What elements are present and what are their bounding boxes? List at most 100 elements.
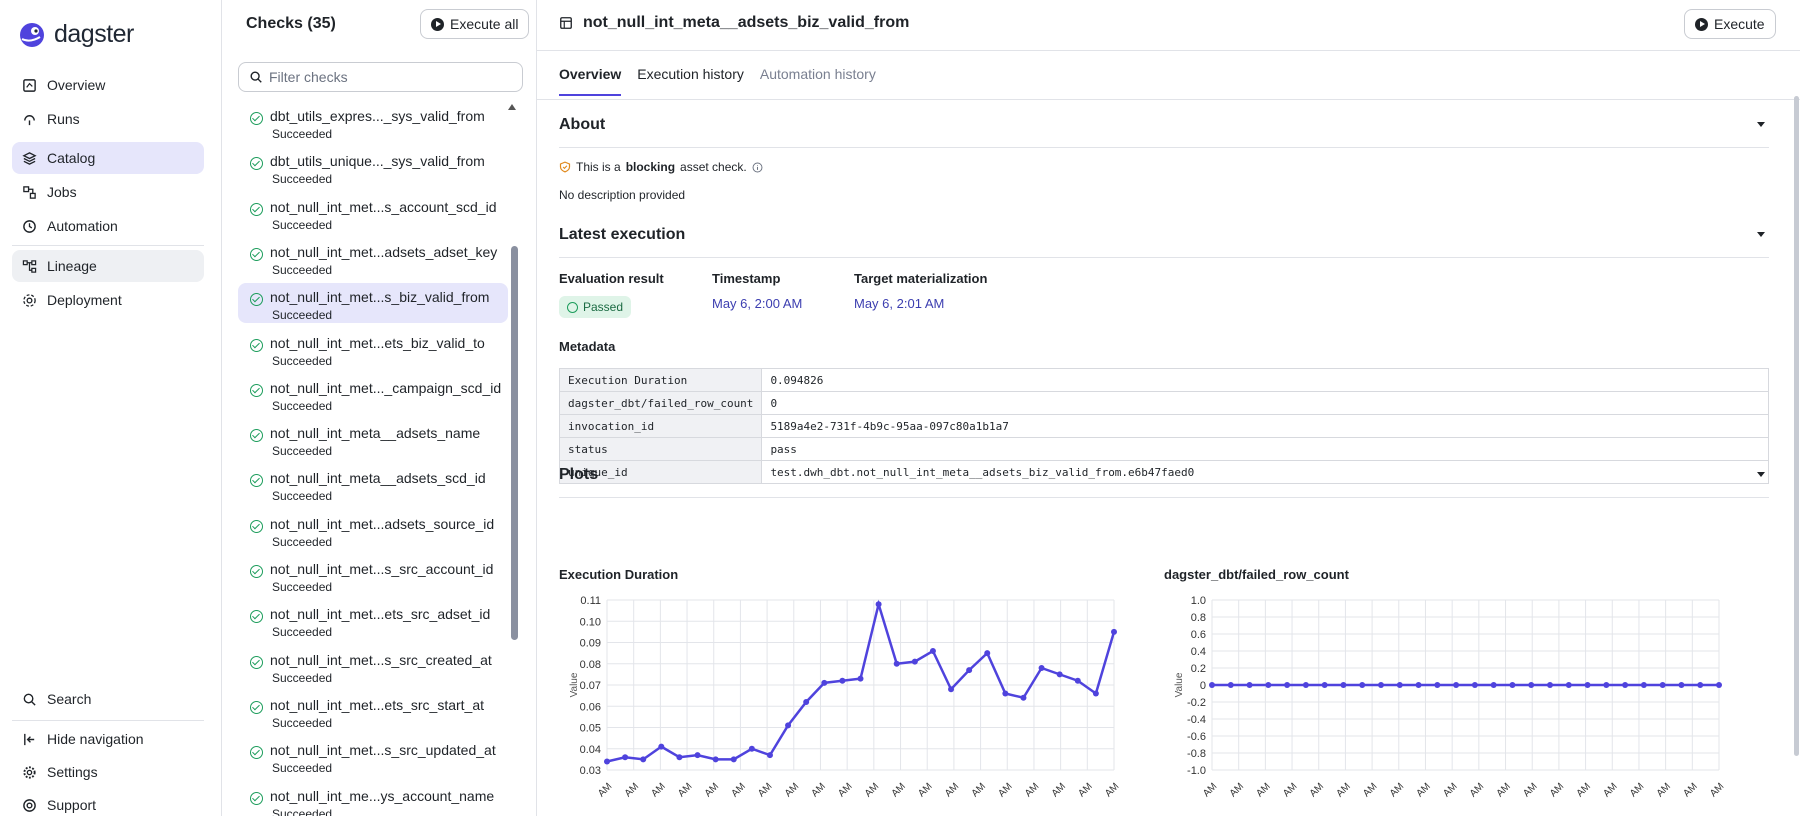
check-list-item[interactable]: not_null_int_met...ets_src_start_at Succe… [238, 691, 508, 731]
check-list-item[interactable]: dbt_utils_expres..._sys_valid_from Succee… [238, 102, 508, 142]
target-materialization-link[interactable]: May 6, 2:01 AM [854, 296, 944, 311]
description-text: No description provided [559, 188, 686, 202]
y-tick-label: 1.0 [1191, 595, 1206, 607]
nav-hide-navigation[interactable]: Hide navigation [12, 723, 204, 755]
filter-checks-input[interactable] [269, 69, 509, 85]
data-point [1074, 677, 1081, 684]
chevron-down-icon[interactable] [1757, 232, 1765, 237]
blocking-notice: This is a blocking asset check. [559, 160, 763, 174]
metadata-title: Metadata [559, 339, 616, 354]
y-tick-label: 0 [1200, 680, 1206, 692]
main-scrollbar[interactable] [1794, 96, 1799, 756]
x-tick-label: AM [1628, 781, 1646, 799]
y-axis-label: Value [1174, 672, 1185, 697]
x-tick-label: AM [1076, 781, 1094, 799]
data-point [658, 743, 665, 750]
check-status: Succeeded [272, 715, 333, 730]
metadata-value: 0 [761, 391, 1769, 415]
execute-all-button[interactable]: Execute all [420, 9, 530, 39]
check-status: Succeeded [272, 398, 333, 413]
x-tick-label: AM [623, 781, 641, 799]
y-tick-label: -1.0 [1187, 765, 1206, 777]
dagster-logo[interactable]: dagster [18, 20, 134, 49]
scroll-up-arrow[interactable] [508, 104, 516, 110]
nav-jobs[interactable]: Jobs [12, 176, 204, 208]
check-list-item[interactable]: not_null_int_met..._campaign_scd_id Succe… [238, 374, 508, 414]
data-point [1111, 628, 1117, 635]
x-tick-label: AM [1708, 781, 1724, 799]
check-status: Succeeded [272, 353, 333, 368]
check-name: dbt_utils_unique..._sys_valid_from [270, 153, 485, 170]
data-point [1547, 682, 1553, 688]
nav-deployment[interactable]: Deployment [12, 284, 204, 316]
data-point [785, 722, 792, 729]
check-list-item[interactable]: not_null_int_met...adsets_adset_key Succe… [238, 238, 508, 278]
check-list-item[interactable]: not_null_int_met...adsets_source_id Succe… [238, 510, 508, 550]
execute-button[interactable]: Execute [1684, 9, 1776, 39]
data-point [1302, 682, 1309, 688]
data-point [1659, 682, 1666, 688]
check-list-item[interactable]: dbt_utils_unique..._sys_valid_from Succee… [238, 147, 508, 187]
plots-section-header[interactable]: Plots [559, 452, 1769, 498]
nav-divider [12, 245, 204, 246]
nav-runs[interactable]: Runs [12, 103, 204, 135]
check-list-item[interactable]: not_null_int_met...s_biz_valid_from Succe… [238, 283, 508, 324]
y-tick-label: 0.07 [580, 680, 601, 692]
check-list-item[interactable]: not_null_int_met...s_src_created_at Succe… [238, 646, 508, 686]
nav-settings[interactable]: Settings [12, 756, 204, 788]
nav-label: Hide navigation [47, 731, 144, 747]
y-tick-label: 0.04 [580, 744, 601, 756]
tab-overview[interactable]: Overview [559, 66, 622, 96]
check-list-item[interactable]: not_null_int_me...ys_account_name Succeed… [238, 782, 508, 816]
about-section-header[interactable]: About [559, 102, 1769, 148]
metadata-key: dagster_dbt/failed_row_count [558, 391, 763, 415]
tab-automation-history[interactable]: Automation history [760, 66, 876, 96]
check-list-item[interactable]: not_null_int_meta__adsets_scd_id Succeede… [238, 464, 508, 504]
page-title: not_null_int_meta__adsets_biz_valid_from [559, 14, 909, 32]
checks-scrollbar[interactable] [511, 246, 518, 640]
y-tick-label: 0.2 [1191, 663, 1206, 675]
metadata-value: 5189a4e2-731f-4b9c-95aa-097c80a1b1a7 [761, 414, 1769, 438]
data-point [1209, 682, 1215, 688]
check-list-item[interactable]: not_null_int_met...s_account_scd_id Succe… [238, 193, 508, 233]
check-list-item[interactable]: not_null_int_met...ets_src_adset_id Succe… [238, 600, 508, 640]
check-name: not_null_int_meta__adsets_scd_id [270, 470, 486, 487]
check-circle-icon [567, 301, 578, 313]
data-point [712, 756, 719, 763]
nav-lineage[interactable]: Lineage [12, 250, 204, 282]
nav-overview[interactable]: Overview [12, 69, 204, 101]
data-point [803, 699, 810, 705]
data-point [1246, 682, 1253, 688]
check-list-item[interactable]: not_null_int_met...s_src_updated_at Succe… [238, 736, 508, 776]
x-tick-label: AM [1334, 781, 1352, 799]
x-tick-label: AM [1388, 781, 1406, 799]
check-list-item[interactable]: not_null_int_meta__adsets_name Succeeded [238, 419, 508, 459]
nav-search[interactable]: Search [12, 683, 204, 715]
nav-divider [12, 720, 204, 721]
check-status: Succeeded [272, 580, 333, 594]
check-list-item[interactable]: not_null_int_met...ets_biz_valid_to Succe… [238, 329, 508, 369]
check-list-item[interactable]: not_null_int_met...s_src_account_id Succe… [238, 555, 508, 595]
x-tick-label: AM [1601, 781, 1619, 799]
filter-checks[interactable] [238, 62, 523, 92]
chevron-down-icon[interactable] [1757, 122, 1765, 127]
data-point [1471, 682, 1478, 688]
check-name: not_null_int_meta__adsets_name [270, 425, 481, 442]
hide-nav-icon [24, 733, 35, 745]
y-tick-label: 0.08 [580, 659, 601, 671]
search-icon [23, 693, 36, 706]
data-point [1227, 682, 1234, 688]
info-icon[interactable] [752, 162, 763, 173]
latest-execution-header[interactable]: Latest execution [559, 212, 1769, 258]
nav-catalog[interactable]: Catalog [12, 142, 204, 174]
nav-automation[interactable]: Automation [12, 210, 204, 242]
chevron-down-icon[interactable] [1757, 472, 1765, 477]
execute-all-label: Execute all [450, 16, 519, 32]
data-point [1697, 682, 1704, 688]
metadata-row: invocation_id 5189a4e2-731f-4b9c-95aa-097… [558, 414, 1769, 438]
tab-execution-history[interactable]: Execution history [637, 66, 744, 96]
y-tick-label: 0.6 [1191, 629, 1206, 641]
deployment-icon [23, 293, 36, 307]
timestamp-link[interactable]: May 6, 2:00 AM [712, 296, 802, 311]
nav-support[interactable]: Support [12, 789, 204, 816]
